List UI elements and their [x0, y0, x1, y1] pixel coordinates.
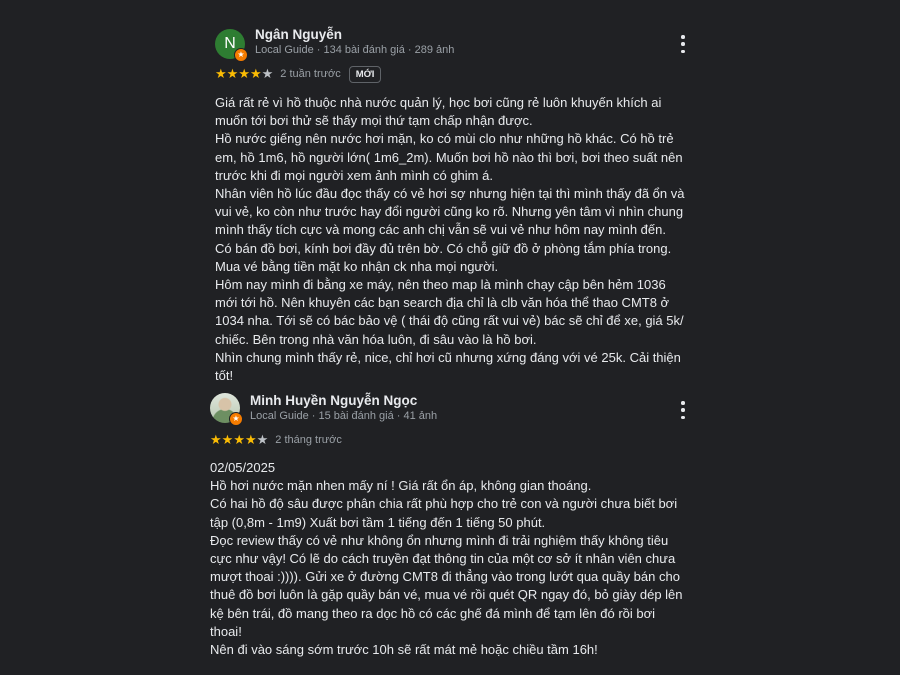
rating-row: ★★★★★ 2 tháng trước: [210, 430, 690, 450]
review-header: ★ Minh Huyền Nguyễn Ngọc Local Guide · 1…: [210, 391, 690, 427]
new-badge: MỚI: [348, 65, 382, 83]
star-rating: ★★★★★: [215, 66, 273, 82]
reviewer-name[interactable]: Minh Huyền Nguyễn Ngọc: [250, 393, 417, 408]
star-icon: ★: [221, 432, 234, 447]
review-card: N ★ Ngân Nguyễn Local Guide · 134 bài đá…: [215, 25, 690, 385]
review-paragraph: Nhân viên hồ lúc đầu đọc thấy có vẻ hơi …: [215, 186, 685, 238]
star-icon: ★: [238, 66, 250, 81]
review-header: N ★ Ngân Nguyễn Local Guide · 134 bài đá…: [215, 25, 690, 62]
star-empty-icon: ★: [261, 66, 274, 81]
review-paragraph: Có bán đồ bơi, kính bơi đầy đủ trên bờ. …: [215, 240, 672, 274]
review-paragraph: Hôm nay mình đi bằng xe máy, nên theo ma…: [215, 277, 684, 347]
review-paragraph: Hồ nước giếng nên nước hơi mặn, ko có mù…: [215, 131, 683, 183]
review-time: 2 tuần trước: [280, 68, 341, 80]
reviewer-meta: Local Guide · 15 bài đánh giá · 41 ảnh: [250, 410, 438, 422]
star-icon: ★: [249, 66, 262, 81]
review-paragraph: 02/05/2025: [210, 460, 276, 475]
star-icon: ★: [210, 432, 222, 447]
more-options-icon[interactable]: [680, 401, 686, 419]
review-paragraph: Đọc review thấy có vẻ như không ổn nhưng…: [210, 532, 683, 639]
review-paragraph: Nên đi vào sáng sớm trước 10h sẽ rất mát…: [210, 642, 598, 658]
star-icon: ★: [244, 432, 257, 447]
more-options-icon[interactable]: [680, 35, 686, 53]
review-time: 2 tháng trước: [275, 434, 342, 446]
star-empty-icon: ★: [256, 432, 269, 447]
review-text: 02/05/2025 Hồ hơi nước mặn nhen mấy ní !…: [210, 459, 690, 659]
local-guide-badge-icon: ★: [229, 412, 243, 426]
review-paragraph: Có hai hồ độ sâu được phân chia rất phù …: [210, 496, 678, 530]
review-paragraph: Nhìn chung mình thấy rẻ, nice, chỉ hơi c…: [215, 349, 681, 384]
star-icon: ★: [215, 66, 227, 81]
review-card: ★ Minh Huyền Nguyễn Ngọc Local Guide · 1…: [210, 391, 690, 659]
review-paragraph: Giá rất rẻ vì hồ thuộc nhà nước quản lý,…: [215, 95, 662, 129]
avatar[interactable]: N ★: [215, 29, 248, 62]
star-icon: ★: [226, 66, 239, 81]
local-guide-badge-icon: ★: [234, 48, 248, 62]
review-paragraph: Hồ hơi nước mặn nhen mấy ní ! Giá rất ổn…: [210, 478, 592, 494]
reviewer-meta: Local Guide · 134 bài đánh giá · 289 ảnh: [255, 44, 455, 56]
reviewer-name[interactable]: Ngân Nguyễn: [255, 27, 342, 42]
rating-row: ★★★★★ 2 tuần trước MỚI: [215, 64, 690, 84]
star-rating: ★★★★★: [210, 432, 268, 448]
review-text: Giá rất rẻ vì hồ thuộc nhà nước quản lý,…: [215, 94, 690, 385]
avatar[interactable]: ★: [210, 393, 243, 426]
star-icon: ★: [233, 432, 245, 447]
avatar-letter: N: [224, 35, 236, 52]
